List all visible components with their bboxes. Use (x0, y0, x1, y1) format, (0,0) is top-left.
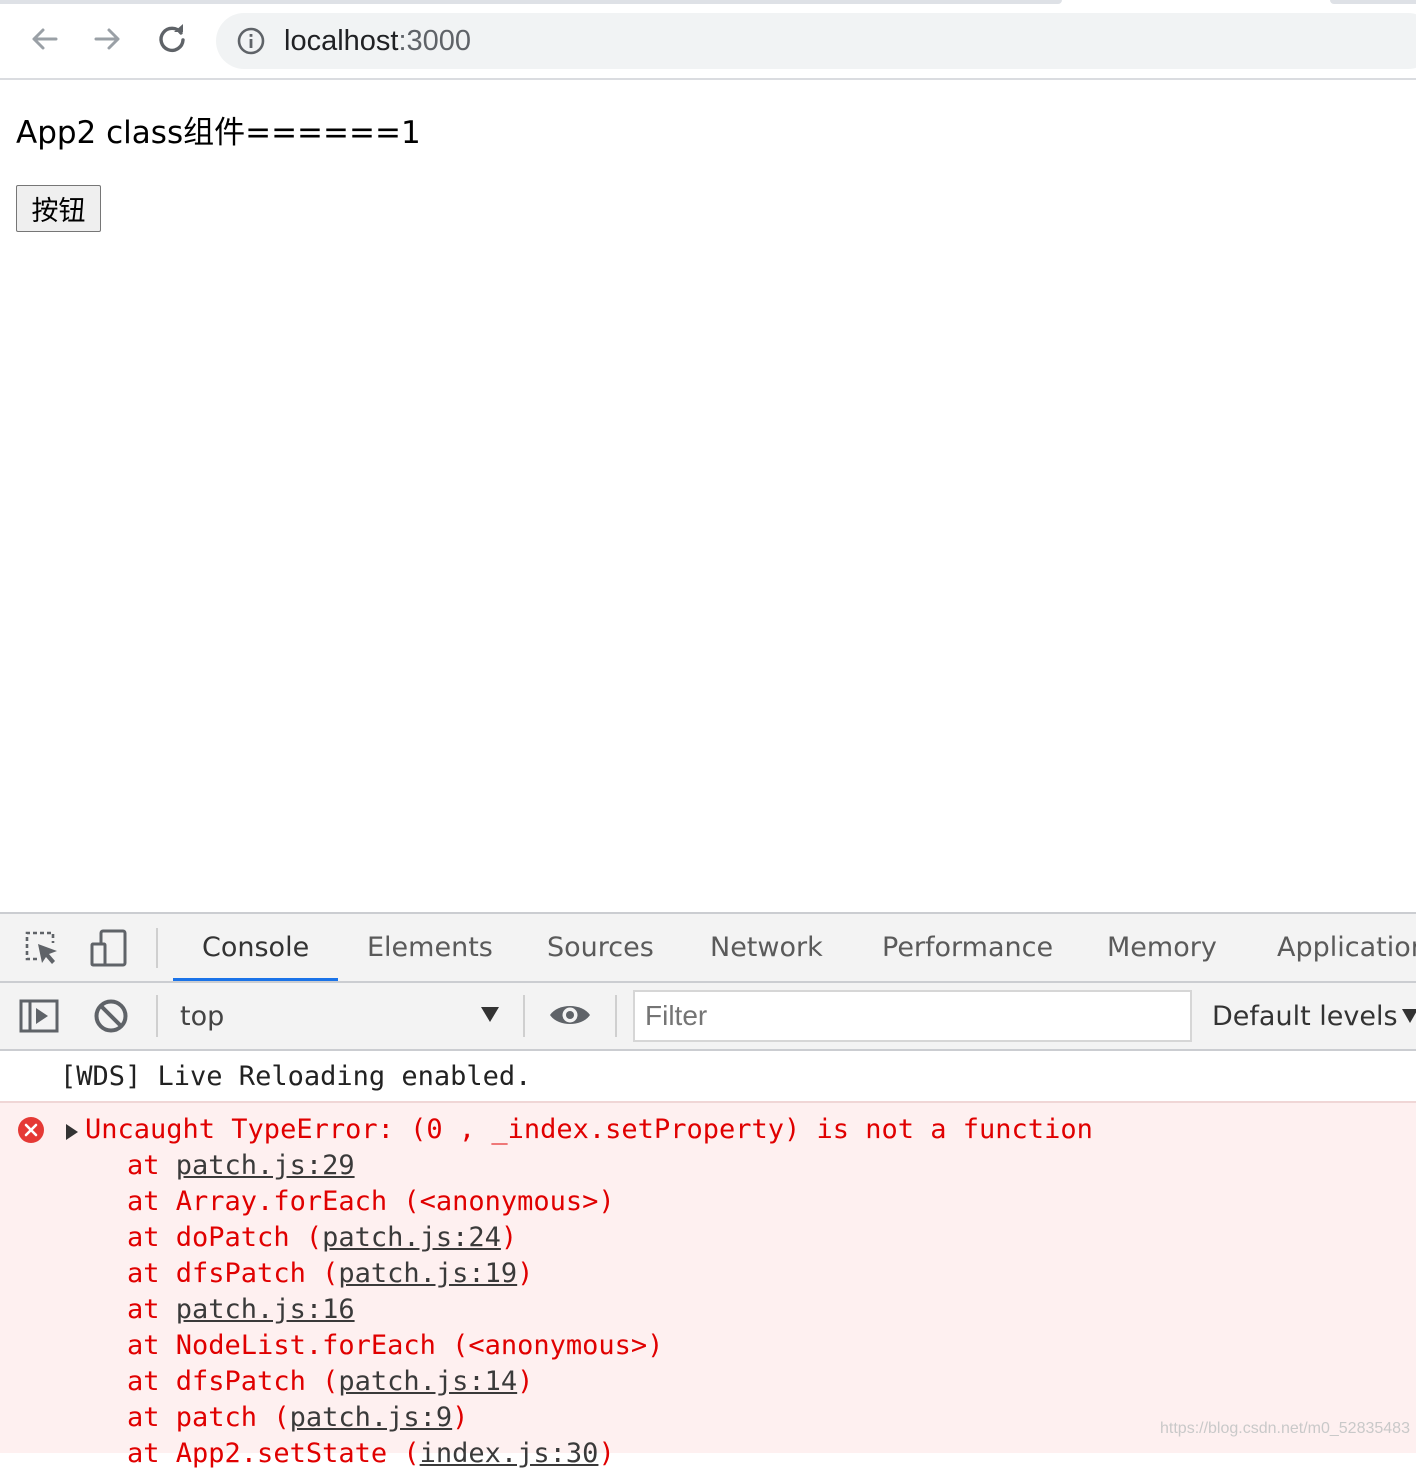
stack-fn: App2.setState (175, 1438, 404, 1469)
stack-frame: at App2.setState (index.js:30) (127, 1436, 615, 1472)
source-link[interactable]: patch.js:29 (176, 1150, 355, 1181)
stack-close: ) (452, 1402, 469, 1433)
info-icon[interactable] (236, 26, 266, 56)
stack-open: ( (273, 1402, 290, 1433)
stack-frame: at dfsPatch (patch.js:19) (127, 1256, 533, 1292)
inspect-element-button[interactable] (22, 928, 62, 968)
expand-triangle-icon[interactable] (66, 1124, 78, 1140)
eye-icon (550, 1006, 590, 1024)
console-error-message: Uncaught TypeError: (0 , _index.setPrope… (0, 1103, 1416, 1469)
stack-open: ( (305, 1222, 323, 1253)
stack-at: at (127, 1330, 176, 1361)
toolbar-divider (523, 995, 525, 1037)
stack-open: ( (403, 1438, 420, 1469)
forward-button[interactable] (88, 19, 128, 59)
console-filter-input[interactable] (633, 990, 1192, 1042)
stack-close: ) (500, 1222, 518, 1253)
stack-frame: at patch (patch.js:9) (127, 1400, 468, 1436)
stack-close: ) (517, 1366, 534, 1397)
stack-fn: dfsPatch (175, 1366, 323, 1397)
source-link[interactable]: patch.js:9 (290, 1402, 453, 1433)
tab-memory[interactable]: Memory (1107, 930, 1217, 966)
stack-frame: at patch.js:16 (127, 1292, 355, 1328)
clear-console-icon (94, 999, 128, 1033)
show-sidebar-button[interactable] (18, 997, 60, 1035)
source-link[interactable]: index.js:30 (420, 1438, 599, 1469)
stack-at: at (127, 1150, 176, 1181)
context-selector[interactable]: top (180, 999, 224, 1035)
watermark: https://blog.csdn.net/m0_52835483 (1160, 1420, 1410, 1437)
stack-at: at (127, 1294, 176, 1325)
stack-at: at (127, 1186, 176, 1217)
clear-console-button[interactable] (92, 997, 130, 1035)
forward-arrow-icon (94, 28, 120, 50)
stack-fn: patch (175, 1402, 274, 1433)
log-levels-dropdown[interactable]: Default levels (1212, 999, 1398, 1035)
console-toolbar: top Default levels (0, 983, 1416, 1051)
source-link[interactable]: patch.js:16 (176, 1294, 355, 1325)
stack-close: ) (517, 1258, 534, 1289)
tab-application[interactable]: Application (1277, 930, 1416, 966)
browser-toolbar: localhost:3000 (0, 6, 1416, 80)
page-heading: App2 class组件======1 (16, 115, 421, 151)
tab-sources[interactable]: Sources (547, 930, 654, 966)
back-button[interactable] (24, 19, 64, 59)
device-toolbar-button[interactable] (88, 927, 130, 969)
console-output: [WDS] Live Reloading enabled. Uncaught T… (0, 1051, 1416, 1469)
page-button[interactable]: 按钮 (16, 185, 101, 232)
reload-button[interactable] (152, 19, 192, 59)
stack-frame: at NodeList.forEach (<anonymous>) (127, 1328, 663, 1364)
stack-fn: Array.forEach (<anonymous>) (175, 1186, 615, 1217)
back-arrow-icon (32, 28, 58, 50)
devtools-tabbar: Console Elements Sources Network Perform… (0, 914, 1416, 983)
stack-at: at (127, 1222, 176, 1253)
levels-dropdown-arrow-icon[interactable] (1402, 1009, 1416, 1023)
stack-at: at (127, 1402, 176, 1433)
stack-at: at (127, 1438, 176, 1469)
stack-frame: at dfsPatch (patch.js:14) (127, 1364, 533, 1400)
stack-fn: doPatch (175, 1222, 306, 1253)
log-text: [WDS] Live Reloading enabled. (60, 1061, 532, 1092)
stack-open: ( (322, 1366, 339, 1397)
stack-at: at (127, 1366, 176, 1397)
tab-console[interactable]: Console (202, 930, 309, 966)
stack-frame: at doPatch (patch.js:24) (127, 1220, 517, 1256)
devtools-panel: Console Elements Sources Network Perform… (0, 912, 1416, 1469)
console-log-message: [WDS] Live Reloading enabled. (0, 1051, 1416, 1103)
stack-fn: NodeList.forEach (<anonymous>) (175, 1330, 664, 1361)
inactive-tab[interactable] (0, 0, 1062, 4)
source-link[interactable]: patch.js:14 (338, 1366, 517, 1397)
address-bar[interactable]: localhost:3000 (216, 13, 1416, 69)
live-expression-button[interactable] (548, 1000, 592, 1030)
stack-close: ) (598, 1438, 615, 1469)
inspect-cursor-icon (25, 931, 57, 964)
toolbar-divider (156, 995, 158, 1037)
stack-at: at (127, 1258, 176, 1289)
stack-frame: at Array.forEach (<anonymous>) (127, 1184, 615, 1220)
url-host: localhost (284, 25, 399, 57)
source-link[interactable]: patch.js:19 (338, 1258, 517, 1289)
tab-network[interactable]: Network (710, 930, 823, 966)
sidebar-toggle-icon (19, 999, 59, 1033)
stack-open: ( (322, 1258, 339, 1289)
active-tab-indicator (173, 978, 338, 981)
url-text[interactable]: localhost:3000 (284, 23, 471, 59)
stack-frame: at patch.js:29 (127, 1148, 355, 1184)
toolbar-divider (156, 928, 158, 968)
toolbar-divider (615, 995, 617, 1037)
source-link[interactable]: patch.js:24 (322, 1222, 501, 1253)
tab-performance[interactable]: Performance (882, 930, 1053, 966)
context-dropdown-arrow-icon[interactable] (481, 1007, 499, 1022)
stack-fn: dfsPatch (175, 1258, 323, 1289)
error-icon (18, 1117, 44, 1143)
inactive-tab[interactable] (1330, 0, 1416, 4)
device-mode-icon (90, 929, 127, 967)
tab-elements[interactable]: Elements (367, 930, 493, 966)
reload-icon (159, 24, 185, 53)
error-message-text: Uncaught TypeError: (0 , _index.setPrope… (85, 1114, 1093, 1145)
url-port: :3000 (398, 25, 472, 57)
